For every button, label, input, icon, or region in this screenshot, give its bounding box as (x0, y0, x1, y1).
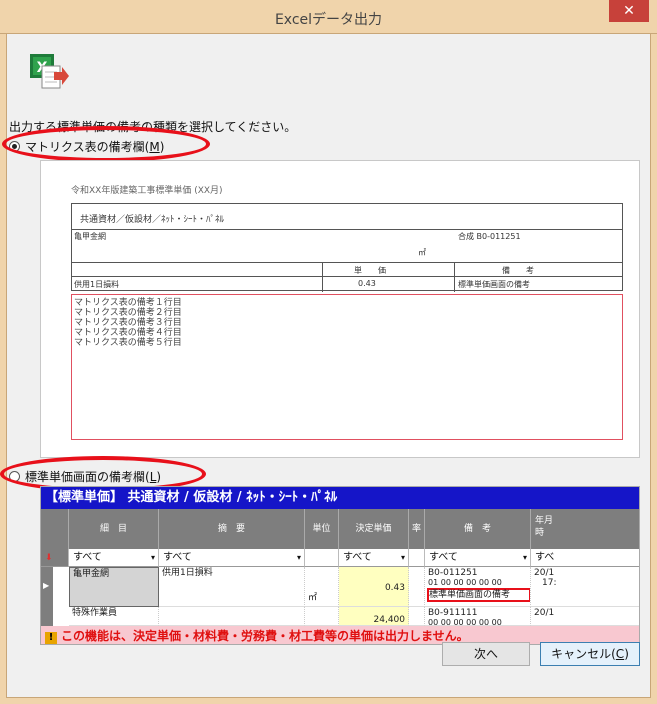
table-cell[interactable] (409, 607, 425, 626)
remark-nums: 01 00 00 00 00 00 (428, 578, 502, 587)
cancel-button[interactable]: キャンセル(C) (540, 642, 640, 666)
col-header: 備 考 (425, 509, 531, 549)
divider (72, 276, 622, 277)
table-cell[interactable]: 20/1 17: (531, 567, 639, 607)
next-button[interactable]: 次へ (442, 642, 530, 666)
matrix-remark-line: マトリクス表の備考２行目 (74, 308, 182, 318)
title-bar: Excelデータ出力 ✕ (0, 0, 657, 34)
table-cell[interactable] (305, 607, 339, 626)
filter-dropdown[interactable]: すべて ▾ (69, 549, 159, 567)
table-cell[interactable] (409, 567, 425, 607)
divider (322, 262, 323, 292)
matrix-remark-line: マトリクス表の備考５行目 (74, 338, 182, 348)
table-cell[interactable]: 20/1 (531, 607, 639, 626)
excel-export-icon: X (30, 54, 69, 89)
col-header: 単位 (305, 509, 339, 549)
matrix-col-remark: 備 考 (502, 266, 534, 275)
matrix-category-path: 共通資材／仮設材／ﾈｯﾄ・ｼｰﾄ・ﾊﾟﾈﾙ (80, 215, 225, 225)
filter-dropdown[interactable]: すべて ▾ (425, 549, 531, 567)
standard-price-preview: 【標準単価】 共通資材 / 仮設材 / ﾈｯﾄ・ｼｰﾄ・ﾊﾟﾈﾙ 細 目 摘 要… (40, 486, 640, 645)
filter-dropdown[interactable]: すべて ▾ (159, 549, 305, 567)
matrix-table: 共通資材／仮設材／ﾈｯﾄ・ｼｰﾄ・ﾊﾟﾈﾙ 亀甲金網 合成 B0-011251 … (71, 203, 623, 292)
window-title: Excelデータ出力 (274, 12, 383, 28)
row-header (41, 607, 53, 626)
row-header-corner (41, 509, 69, 549)
table-cell[interactable]: 亀甲金網 (69, 567, 159, 607)
remark-code: B0-011251 (428, 568, 478, 578)
matrix-col-price: 単 価 (354, 266, 386, 275)
col-header: 率 (409, 509, 425, 549)
window-frame-right (651, 34, 657, 704)
matrix-item-name: 亀甲金網 (74, 232, 106, 241)
annotation-ellipse-1 (2, 126, 210, 162)
col-header: 決定単価 (339, 509, 409, 549)
col-header: 細 目 (69, 509, 159, 549)
matrix-sheet-title: 令和XX年版建築工事標準単価 (XX月) (71, 186, 223, 196)
table-cell[interactable] (159, 607, 305, 626)
table-cell[interactable]: ㎡ (305, 567, 339, 607)
matrix-remark-line: マトリクス表の備考４行目 (74, 328, 182, 338)
table-cell[interactable]: 供用1日損料 (159, 567, 305, 607)
standard-price-header: 【標準単価】 共通資材 / 仮設材 / ﾈｯﾄ・ｼｰﾄ・ﾊﾟﾈﾙ (41, 487, 639, 509)
matrix-remarks-box: マトリクス表の備考１行目 マトリクス表の備考２行目 マトリクス表の備考３行目 マ… (71, 294, 623, 440)
matrix-row-price: 0.43 (358, 279, 376, 288)
matrix-remark-line: マトリクス表の備考３行目 (74, 318, 182, 328)
table-cell[interactable]: 24,400 (339, 607, 409, 626)
warning-icon: ! (45, 632, 57, 644)
col-header: 年月 時 (531, 509, 639, 549)
divider (454, 262, 455, 292)
remark-text-highlight: 標準単価画面の備考 (427, 588, 530, 602)
matrix-row-desc: 供用1日損料 (74, 280, 120, 289)
window-frame-bottom (0, 698, 657, 704)
table-cell[interactable]: B0-911111 00 00 00 00 00 00 (425, 607, 531, 626)
filter-dropdown[interactable]: すべ (531, 549, 639, 567)
matrix-preview: 令和XX年版建築工事標準単価 (XX月) 共通資材／仮設材／ﾈｯﾄ・ｼｰﾄ・ﾊﾟ… (40, 160, 640, 458)
table-cell[interactable]: 特殊作業員 (69, 607, 159, 626)
table-cell[interactable]: 0.43 (339, 567, 409, 607)
matrix-item-code: 合成 B0-011251 (458, 232, 521, 241)
table-cell[interactable]: B0-011251 01 00 00 00 00 00 標準単価画面の備考 (425, 567, 531, 607)
matrix-unit: ㎡ (418, 248, 426, 257)
filter-dropdown[interactable]: すべて ▾ (339, 549, 409, 567)
warning-text: この機能は、決定単価・材料費・労務費・材工費等の単価は出力しません。 (61, 629, 469, 643)
filter-corner: ⬇ (41, 549, 69, 567)
matrix-row-remark: 標準単価画面の備考 (458, 280, 530, 289)
divider (72, 262, 622, 263)
filter-dropdown[interactable] (409, 549, 425, 567)
row-header: ▶ (41, 567, 53, 607)
col-header: 摘 要 (159, 509, 305, 549)
close-button[interactable]: ✕ (609, 0, 649, 22)
divider (72, 229, 622, 230)
matrix-remark-line: マトリクス表の備考１行目 (74, 298, 182, 308)
filter-dropdown[interactable] (305, 549, 339, 567)
